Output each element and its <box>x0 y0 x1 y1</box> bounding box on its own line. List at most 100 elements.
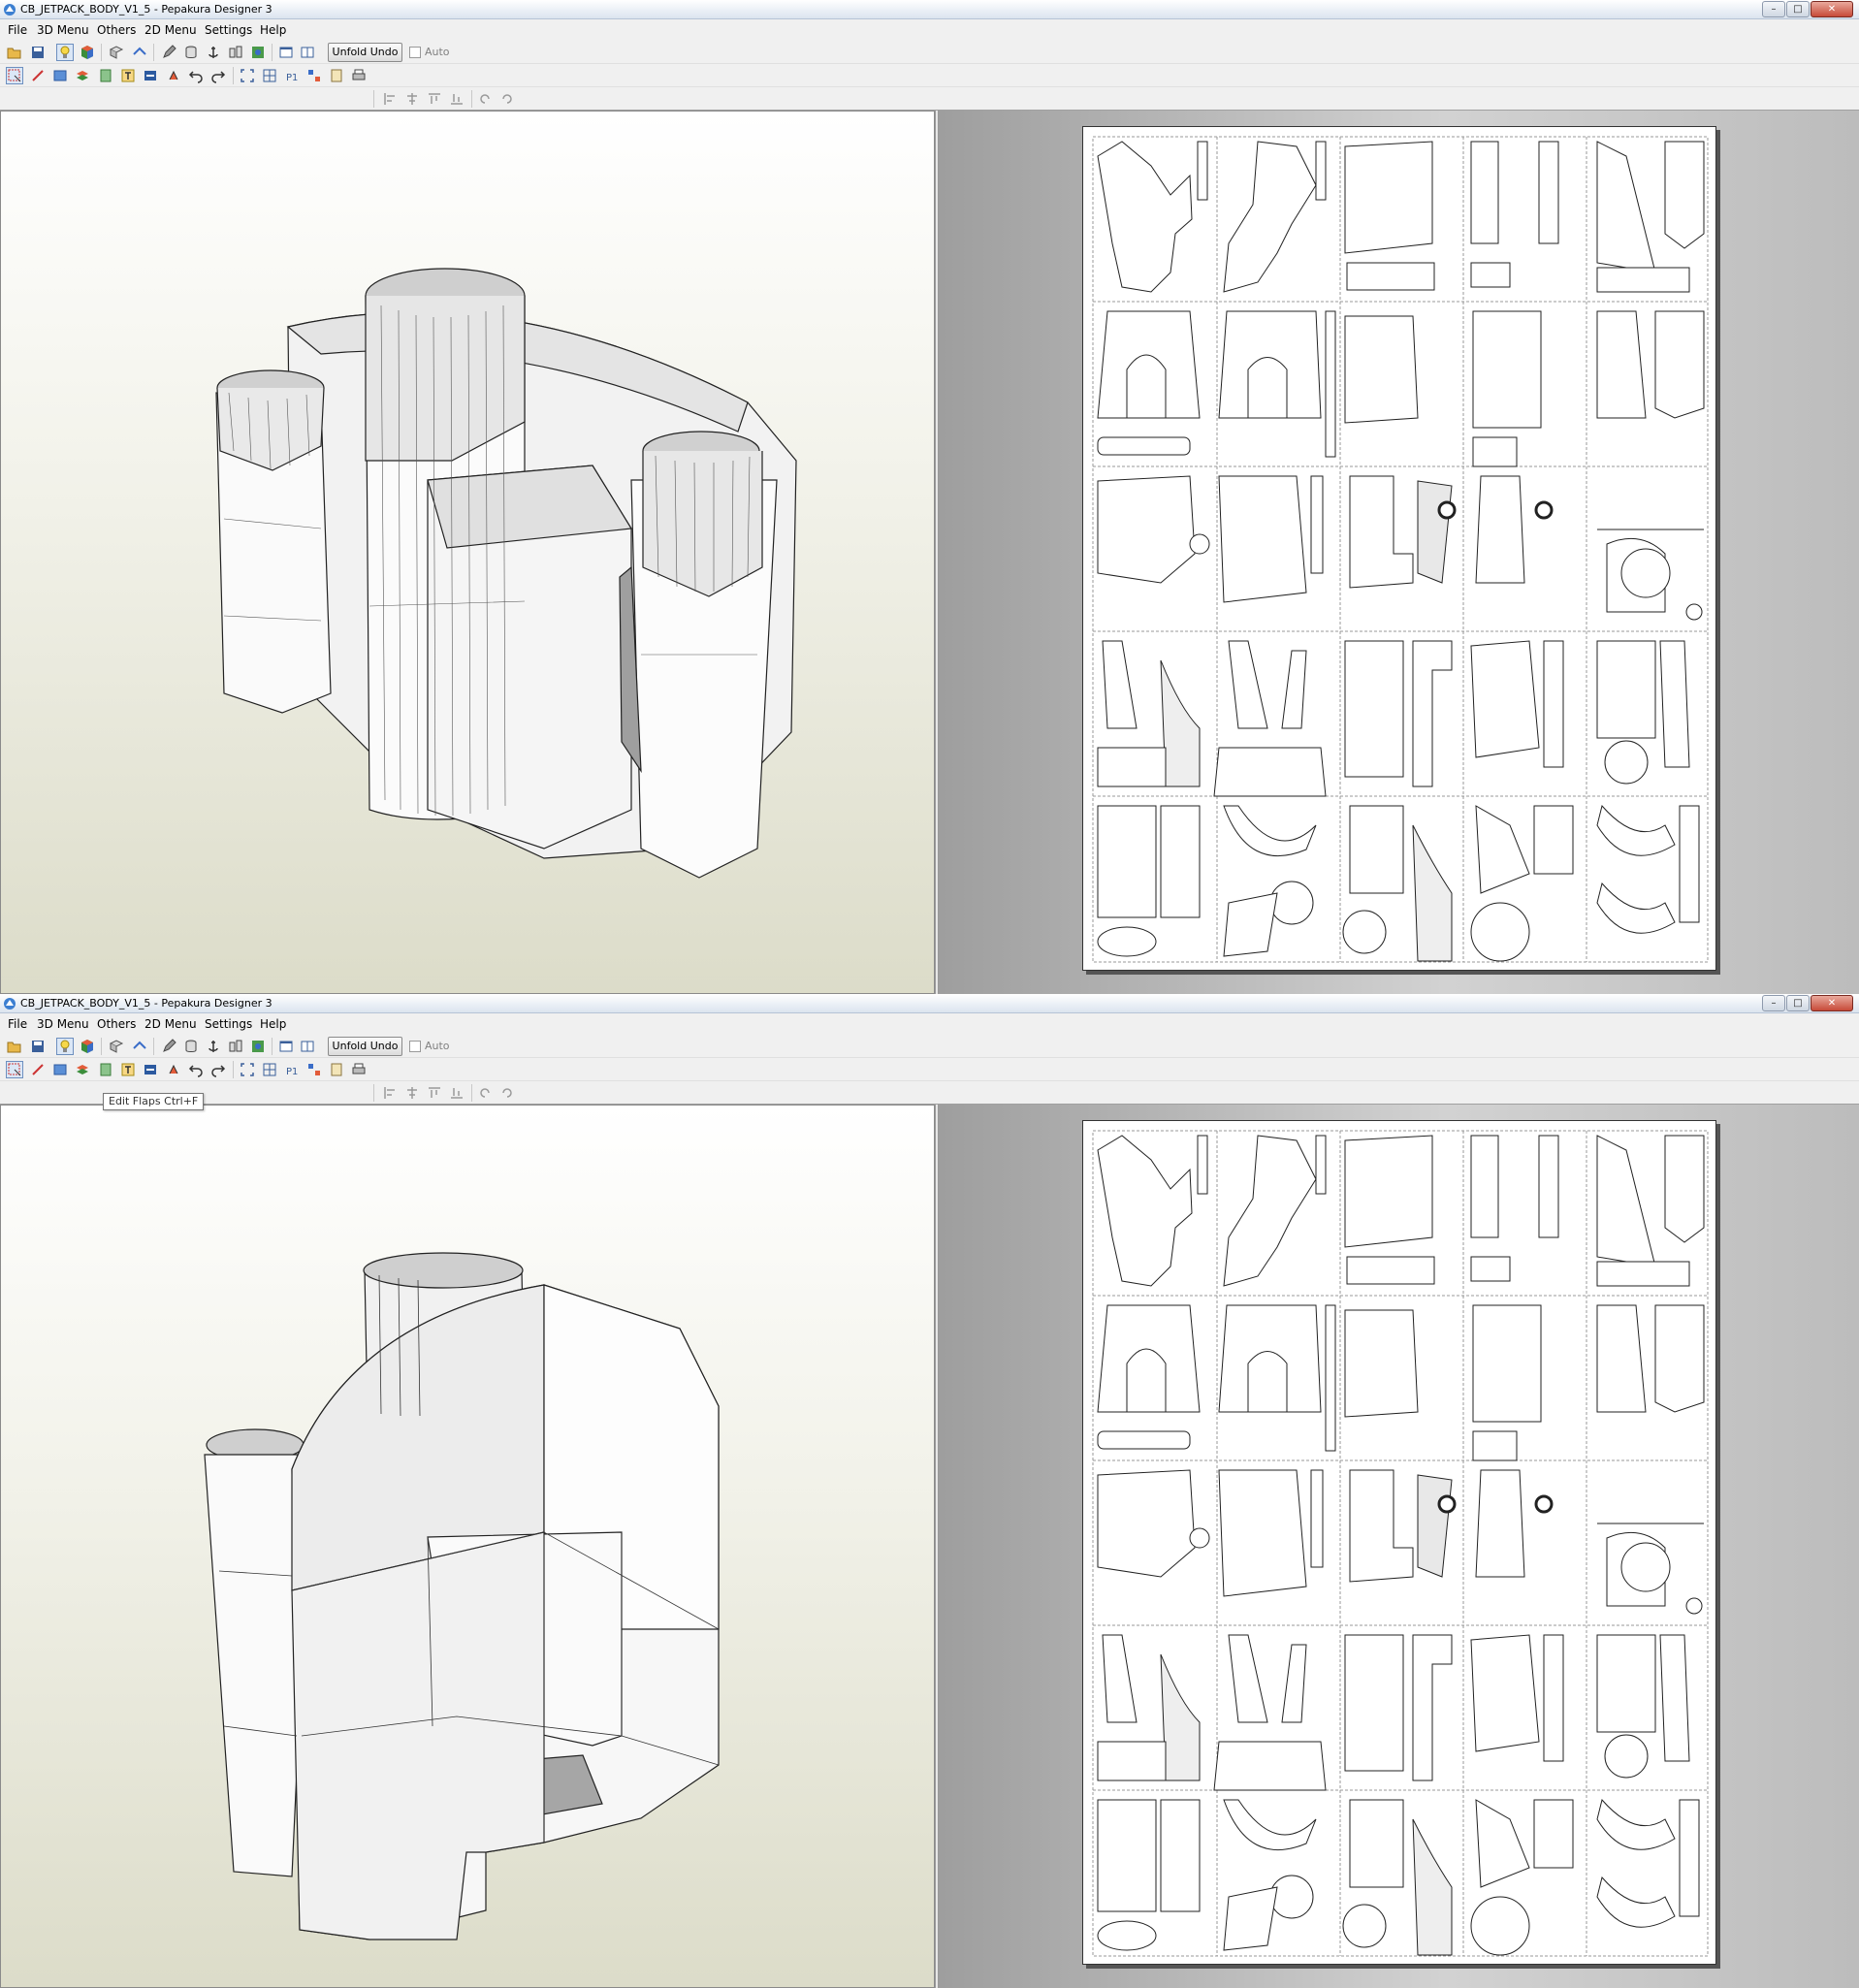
edit-button[interactable] <box>160 1038 177 1055</box>
auto-checkbox[interactable] <box>409 1041 421 1052</box>
light-button[interactable] <box>56 1038 74 1055</box>
undo-button[interactable] <box>187 1061 205 1078</box>
menu-help[interactable]: Help <box>260 23 286 37</box>
cylinder-button[interactable] <box>182 44 200 61</box>
menu-help[interactable]: Help <box>260 1017 286 1031</box>
fill-button[interactable] <box>51 67 69 84</box>
maximize-button[interactable]: □ <box>1786 1 1810 17</box>
align-top-button[interactable] <box>426 90 443 108</box>
3d-model-jetpack-bottom[interactable] <box>1 1106 935 1988</box>
2d-view-pane[interactable] <box>939 1105 1859 1988</box>
print-page[interactable] <box>1082 1120 1716 1965</box>
unfold-undo-button[interactable]: Unfold Undo <box>328 1037 402 1056</box>
menu-3d[interactable]: 3D Menu <box>37 23 89 37</box>
edit-button[interactable] <box>160 44 177 61</box>
menu-2d[interactable]: 2D Menu <box>144 23 197 37</box>
close-button[interactable]: ✕ <box>1811 995 1853 1011</box>
page-number-button[interactable]: P1 <box>283 67 301 84</box>
menu-file[interactable]: File <box>8 23 27 37</box>
edge-button[interactable] <box>29 1061 47 1078</box>
close-button[interactable]: ✕ <box>1811 1 1853 17</box>
texture-button[interactable] <box>79 44 96 61</box>
menu-others[interactable]: Others <box>97 1017 136 1031</box>
print-button[interactable] <box>350 67 368 84</box>
join-button[interactable] <box>131 1038 148 1055</box>
align-bottom-button[interactable] <box>448 90 465 108</box>
flip-button[interactable] <box>249 44 267 61</box>
rotate-button[interactable] <box>165 1061 182 1078</box>
rotate-button[interactable] <box>165 67 182 84</box>
layers-button[interactable] <box>74 67 91 84</box>
parts-button[interactable] <box>305 67 323 84</box>
number-button[interactable] <box>97 67 114 84</box>
join-button[interactable] <box>131 44 148 61</box>
calc-button[interactable] <box>328 67 345 84</box>
print-button[interactable] <box>350 1061 368 1078</box>
rotate-90-right-button[interactable] <box>498 1084 516 1102</box>
undo-button[interactable] <box>187 67 205 84</box>
grid-button[interactable] <box>261 67 278 84</box>
menu-2d[interactable]: 2D Menu <box>144 1017 197 1031</box>
redo-button[interactable] <box>209 67 227 84</box>
3d-model-jetpack-top[interactable] <box>1 112 935 994</box>
unfolded-parts-layout-top[interactable] <box>1083 127 1717 972</box>
single-view-button[interactable] <box>277 1038 295 1055</box>
unfold-button[interactable] <box>108 44 125 61</box>
print-page[interactable] <box>1082 126 1716 971</box>
select-button[interactable] <box>6 67 23 84</box>
menu-3d[interactable]: 3D Menu <box>37 1017 89 1031</box>
rotate-90-left-button[interactable] <box>476 1084 494 1102</box>
align-center-button[interactable] <box>403 1084 421 1102</box>
auto-checkbox[interactable] <box>409 47 421 58</box>
dual-view-button[interactable] <box>299 44 316 61</box>
align-center-button[interactable] <box>403 90 421 108</box>
single-view-button[interactable] <box>277 44 295 61</box>
unfold-button[interactable] <box>108 1038 125 1055</box>
image-button[interactable] <box>142 67 159 84</box>
grid-button[interactable] <box>261 1061 278 1078</box>
edit-flaps-button[interactable] <box>74 1061 91 1078</box>
anchor-button[interactable] <box>205 44 222 61</box>
rotate-90-right-button[interactable] <box>498 90 516 108</box>
save-button[interactable] <box>29 44 47 61</box>
3d-view-pane[interactable] <box>0 1105 935 1988</box>
fill-button[interactable] <box>51 1061 69 1078</box>
align-top-button[interactable] <box>426 1084 443 1102</box>
fit-button[interactable] <box>239 1061 256 1078</box>
menu-settings[interactable]: Settings <box>205 1017 252 1031</box>
unfolded-parts-layout-bottom[interactable] <box>1083 1121 1717 1966</box>
calc-button[interactable] <box>328 1061 345 1078</box>
image-button[interactable] <box>142 1061 159 1078</box>
number-button[interactable] <box>97 1061 114 1078</box>
align-bottom-button[interactable] <box>448 1084 465 1102</box>
align-left-button[interactable] <box>381 90 399 108</box>
menu-others[interactable]: Others <box>97 23 136 37</box>
anchor-button[interactable] <box>205 1038 222 1055</box>
edge-button[interactable] <box>29 67 47 84</box>
open-button[interactable] <box>6 1038 23 1055</box>
flip-button[interactable] <box>249 1038 267 1055</box>
split-button[interactable] <box>227 44 244 61</box>
unfold-undo-button[interactable]: Unfold Undo <box>328 43 402 62</box>
menu-settings[interactable]: Settings <box>205 23 252 37</box>
minimize-button[interactable]: – <box>1762 1 1785 17</box>
cylinder-button[interactable] <box>182 1038 200 1055</box>
save-button[interactable] <box>29 1038 47 1055</box>
align-left-button[interactable] <box>381 1084 399 1102</box>
parts-button[interactable] <box>305 1061 323 1078</box>
rotate-90-left-button[interactable] <box>476 90 494 108</box>
3d-view-pane[interactable] <box>0 111 935 994</box>
fit-button[interactable] <box>239 67 256 84</box>
texture-button[interactable] <box>79 1038 96 1055</box>
text-button[interactable] <box>119 67 137 84</box>
light-button[interactable] <box>56 44 74 61</box>
open-button[interactable] <box>6 44 23 61</box>
minimize-button[interactable]: – <box>1762 995 1785 1011</box>
menu-file[interactable]: File <box>8 1017 27 1031</box>
text-button[interactable] <box>119 1061 137 1078</box>
select-button[interactable] <box>6 1061 23 1078</box>
redo-button[interactable] <box>209 1061 227 1078</box>
dual-view-button[interactable] <box>299 1038 316 1055</box>
split-button[interactable] <box>227 1038 244 1055</box>
maximize-button[interactable]: □ <box>1786 995 1810 1011</box>
